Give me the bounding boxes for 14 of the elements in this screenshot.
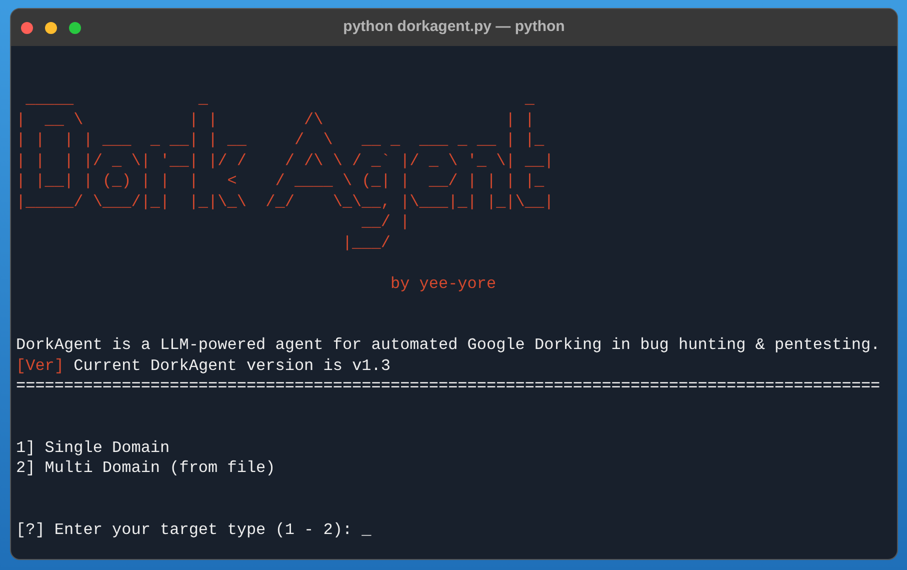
ascii-title-text: _____ _ _ | __ \ | | /\ | | | | | | ___ _ __| | __ / \ __ _ ___ _ __ | |_ | | | |/ _ \| '__| |/ / / /\ \ / _` |/ _ \ '_ \| __| | |__| | (_) | | | < / ____ \ (_| | __/ | | | |_ |_____/ \___/|_| |_|\_\ /_/ \_\__, |\___|_| |_|\__| __/ | |___/ [16,89,555,253]
version-text: Current DorkAgent version is v1.3 [72,356,390,374]
input-prompt: [?] Enter your target type (1 - 2): [16,520,354,538]
zoom-button[interactable] [69,22,81,34]
minimize-button[interactable] [45,22,57,34]
close-button[interactable] [21,22,33,34]
window-title: python dorkagent.py — python [343,17,565,38]
version-tag: [Ver] [16,356,64,374]
menu-option: 1] Single Domain [16,438,170,456]
credit-text: by yee-yore [389,274,496,292]
separator-line: ========================================================================================== [16,377,880,395]
description-text: DorkAgent is a LLM-powered agent for automated Google Dorking in bug hunting & pentesting. [16,336,880,354]
text-cursor: _ [362,520,372,538]
menu-option: 2] Multi Domain (from file) [16,459,276,477]
